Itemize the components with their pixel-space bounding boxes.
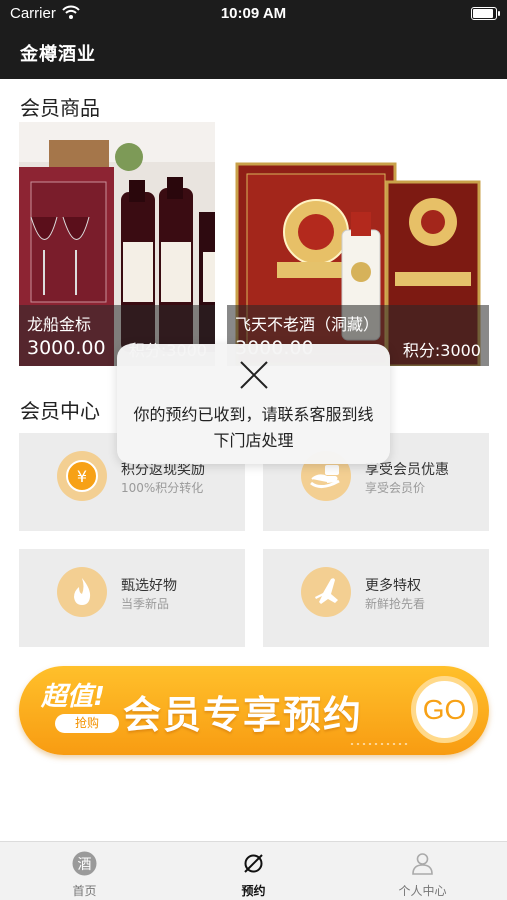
banner-tag-small: 抢购	[55, 714, 119, 733]
flame-icon	[57, 567, 107, 617]
tab-bar: 酒 首页 预约 个人中心	[0, 841, 507, 900]
banner-tag-big: 超值!	[41, 682, 105, 712]
tab-label: 预约	[241, 884, 266, 898]
status-time: 10:09 AM	[220, 5, 287, 22]
card-subtitle: 当季新品	[121, 597, 170, 611]
banner-text: 会员专享预约	[123, 693, 364, 737]
card-subtitle: 100%积分转化	[121, 481, 204, 495]
tab-label: 首页	[72, 884, 97, 898]
top-bar: Carrier 10:09 AM 金樽酒业	[0, 0, 507, 79]
person-icon	[412, 853, 433, 875]
page-title: 金樽酒业	[20, 44, 96, 65]
close-icon[interactable]	[238, 359, 270, 391]
product-points: 积分:3000	[402, 341, 481, 360]
card-subtitle: 享受会员价	[365, 481, 426, 495]
product-price: 3000.00	[27, 337, 106, 359]
booking-toast: 你的预约已收到，请联系客服到线下门店处理	[117, 344, 390, 464]
tab-profile[interactable]: 个人中心	[338, 842, 507, 900]
card-subtitle: 新鲜抢先看	[365, 597, 426, 611]
card-selected-goods[interactable]: 甄选好物 当季新品	[19, 549, 245, 647]
battery-icon	[471, 7, 500, 20]
tab-booking[interactable]: 预约	[169, 842, 338, 900]
tab-home[interactable]: 酒 首页	[0, 842, 169, 900]
go-button[interactable]: GO	[411, 676, 478, 743]
toast-message: 你的预约已收到，请联系客服到线下门店处理	[133, 405, 374, 450]
product-card-2[interactable]: 飞天不老酒（洞藏） 3000.00 积分:3000	[227, 122, 489, 366]
svg-text:酒: 酒	[78, 857, 92, 873]
product-card-1[interactable]: 龙船金标 3000.00 积分:3000	[19, 122, 215, 366]
svg-text:¥: ¥	[77, 467, 87, 486]
banner-dots	[349, 742, 409, 746]
wine-badge-icon: 酒	[72, 851, 97, 876]
tab-label: 个人中心	[398, 884, 447, 898]
airplane-icon	[301, 567, 351, 617]
product-name: 龙船金标	[27, 315, 92, 334]
member-booking-banner[interactable]: 超值! 抢购 会员专享预约 GO	[19, 666, 489, 755]
member-products-title: 会员商品	[20, 96, 100, 120]
yen-coin-icon: ¥	[57, 451, 107, 501]
compass-icon	[244, 854, 263, 873]
member-center-title: 会员中心	[20, 399, 100, 423]
card-title: 甄选好物	[121, 578, 177, 594]
product-name: 飞天不老酒（洞藏）	[235, 315, 380, 334]
card-title: 更多特权	[365, 578, 421, 594]
card-more-privileges[interactable]: 更多特权 新鲜抢先看	[263, 549, 489, 647]
status-bar: Carrier 10:09 AM	[0, 0, 507, 28]
